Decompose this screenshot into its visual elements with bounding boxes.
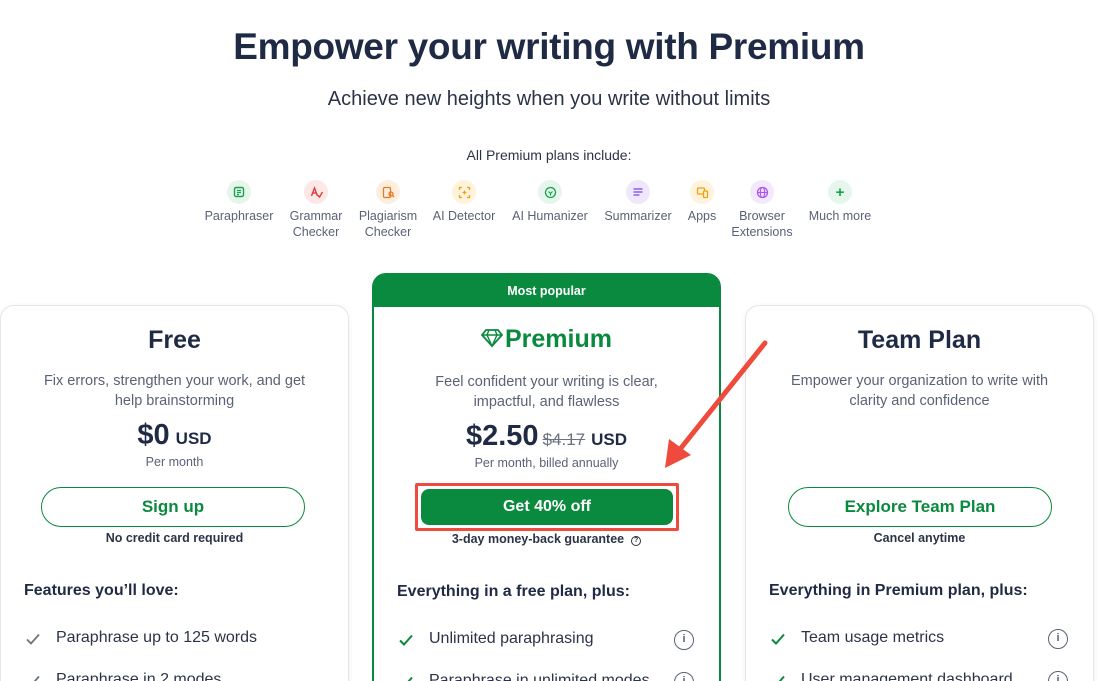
feature-label: Grammar Checker bbox=[289, 209, 343, 239]
feature-row: Paraphrase in 2 modes bbox=[24, 671, 325, 681]
plan-name: Team Plan bbox=[857, 326, 982, 354]
feature-row: Unlimited paraphrasing i bbox=[397, 630, 696, 652]
feature-row: Team usage metrics i bbox=[769, 629, 1070, 651]
features-heading: Features you’ll love: bbox=[24, 582, 179, 599]
button-note-row: 3-day money-back guarantee? bbox=[374, 532, 719, 546]
browser-extensions-icon bbox=[750, 180, 774, 204]
feature-text: Paraphrase up to 125 words bbox=[56, 629, 258, 646]
feature-text: Team usage metrics bbox=[801, 629, 945, 646]
ai-humanizer-icon bbox=[538, 180, 562, 204]
check-icon bbox=[407, 676, 413, 681]
plan-card-team: Team Plan Empower your organization to w… bbox=[745, 305, 1094, 681]
page-subtitle: Achieve new heights when you write witho… bbox=[327, 88, 771, 110]
plan-description: Feel confident your writing is clear, im… bbox=[435, 374, 658, 410]
feature-row: User management dashboard i bbox=[769, 671, 1070, 681]
button-note: Cancel anytime bbox=[873, 531, 966, 545]
old-price: $4.17 bbox=[542, 430, 586, 449]
get-discount-button[interactable]: Get 40% off bbox=[421, 489, 673, 525]
ai-detector-icon bbox=[452, 180, 476, 204]
diamond-icon bbox=[480, 329, 504, 348]
feature-text: Unlimited paraphrasing bbox=[429, 630, 594, 647]
grammar-checker-icon bbox=[304, 180, 328, 204]
price: $2.50 bbox=[465, 420, 539, 452]
plan-description: Empower your organization to write with … bbox=[790, 373, 1049, 409]
currency: USD bbox=[175, 429, 212, 448]
check-icon bbox=[26, 633, 40, 645]
plan-name: Free bbox=[148, 326, 201, 354]
plan-description: Fix errors, strengthen your work, and ge… bbox=[43, 373, 306, 409]
sign-up-button[interactable]: Sign up bbox=[41, 487, 305, 527]
feature-label: Browser Extensions bbox=[731, 209, 793, 239]
info-icon[interactable]: i bbox=[1048, 629, 1068, 649]
button-note: No credit card required bbox=[105, 531, 244, 545]
apps-icon bbox=[690, 180, 714, 204]
check-icon bbox=[399, 634, 413, 646]
currency: USD bbox=[591, 430, 628, 449]
price-note: Per month bbox=[145, 455, 204, 469]
info-icon[interactable]: i bbox=[674, 630, 694, 650]
feature-browser-extensions: Browser Extensions bbox=[717, 180, 807, 240]
check-icon bbox=[771, 633, 785, 645]
feature-text: User management dashboard bbox=[801, 671, 1013, 681]
check-icon bbox=[772, 675, 785, 681]
feature-text: Paraphrase in unlimited modes bbox=[429, 672, 650, 681]
explore-team-plan-button[interactable]: Explore Team Plan bbox=[788, 487, 1052, 527]
feature-row: Paraphrase up to 125 words bbox=[24, 629, 325, 651]
most-popular-badge: Most popular bbox=[374, 275, 719, 307]
plagiarism-checker-icon bbox=[376, 180, 400, 204]
price-row: $0 USD bbox=[1, 419, 348, 452]
plan-name: Premium bbox=[505, 325, 612, 353]
info-icon[interactable]: i bbox=[674, 672, 694, 681]
feature-label: Much more bbox=[808, 209, 872, 223]
check-icon bbox=[27, 675, 40, 681]
feature-row: Paraphrase in unlimited modes i bbox=[397, 672, 696, 681]
paraphraser-icon bbox=[227, 180, 251, 204]
features-heading: Everything in a free plan, plus: bbox=[397, 583, 630, 600]
plan-card-free: Free Fix errors, strengthen your work, a… bbox=[0, 305, 349, 681]
annotation-arrow bbox=[665, 340, 768, 468]
price: $0 bbox=[137, 419, 170, 451]
plus-icon: + bbox=[828, 180, 852, 204]
feature-label: AI Detector bbox=[432, 209, 496, 223]
feature-ai-detector: AI Detector bbox=[419, 180, 509, 224]
feature-much-more: + Much more bbox=[795, 180, 885, 224]
help-icon[interactable]: ? bbox=[631, 536, 642, 546]
summarizer-icon bbox=[626, 180, 650, 204]
features-strip: Paraphraser Grammar Checker Plagiarism C… bbox=[0, 180, 1098, 246]
button-note: 3-day money-back guarantee bbox=[451, 532, 625, 546]
feature-text: Paraphrase in 2 modes bbox=[56, 671, 222, 681]
info-icon[interactable]: i bbox=[1048, 671, 1068, 681]
page-title: Empower your writing with Premium bbox=[233, 26, 865, 67]
feature-label: Plagiarism Checker bbox=[358, 209, 418, 239]
features-heading: Everything in Premium plan, plus: bbox=[769, 582, 1028, 599]
feature-label: AI Humanizer bbox=[512, 209, 588, 223]
feature-ai-humanizer: AI Humanizer bbox=[505, 180, 595, 224]
includes-label: All Premium plans include: bbox=[466, 147, 632, 163]
